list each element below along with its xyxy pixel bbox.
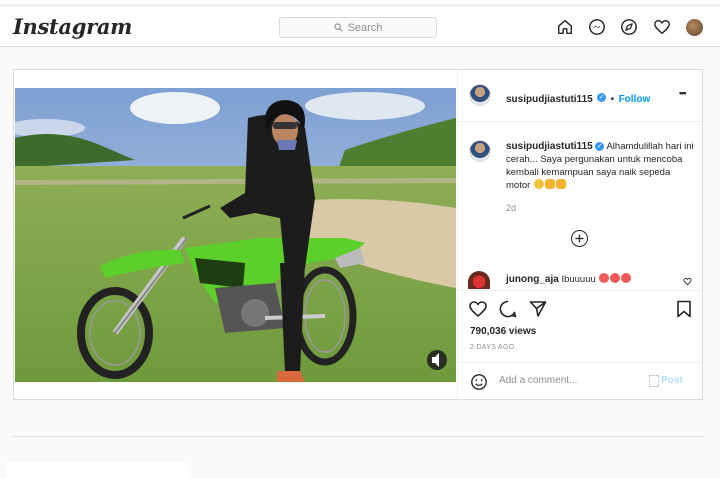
- verified-badge-icon: ✓: [595, 141, 605, 151]
- caption-author-avatar[interactable]: [469, 140, 491, 162]
- view-count[interactable]: 790,036 views: [470, 326, 536, 337]
- search-icon: [333, 23, 343, 32]
- add-comment-input[interactable]: Add a comment...: [499, 375, 577, 386]
- heart-eyes-emoji-icon: [610, 273, 621, 283]
- thumbs-up-emoji-icon: [555, 179, 566, 189]
- home-icon[interactable]: [555, 17, 575, 37]
- verified-badge-icon: ✓: [597, 93, 607, 103]
- explore-icon[interactable]: [619, 17, 639, 37]
- load-more-comments-icon[interactable]: [571, 230, 588, 247]
- smile-emoji-icon: [533, 179, 544, 189]
- heart-eyes-emoji-icon: [621, 273, 632, 283]
- caption-block: susipudjiastuti115 ✓ Alhamdulillah hari …: [506, 140, 696, 192]
- heart-icon[interactable]: [652, 17, 672, 37]
- comment-content: junong_aja Ibuuuuu: [506, 273, 632, 285]
- messenger-icon[interactable]: [587, 17, 607, 37]
- motorbike-photo-illustration: [15, 88, 456, 382]
- cursor-placeholder-icon: [649, 375, 659, 387]
- browser-top-strip: [0, 0, 720, 6]
- profile-avatar[interactable]: [684, 17, 704, 37]
- search-placeholder: Search: [347, 21, 383, 34]
- separator-dot: •: [610, 94, 615, 105]
- caption-timestamp[interactable]: 2d: [506, 203, 516, 213]
- like-icon[interactable]: [468, 299, 488, 319]
- comment-icon[interactable]: [498, 299, 518, 319]
- post-date[interactable]: 2 DAYS AGO: [470, 344, 515, 351]
- comment-row: junong_aja Ibuuuuu: [468, 271, 698, 289]
- post-sidebar: susipudjiastuti115 ✓ • Follow ••• susipu…: [457, 70, 704, 400]
- commenter-avatar[interactable]: [468, 271, 490, 289]
- more-options-icon[interactable]: •••: [679, 88, 687, 98]
- caption-username[interactable]: susipudjiastuti115: [506, 141, 593, 152]
- instagram-logo[interactable]: Instagram: [13, 14, 132, 39]
- author-avatar[interactable]: [469, 84, 491, 106]
- post-card: susipudjiastuti115 ✓ • Follow ••• susipu…: [13, 69, 704, 400]
- comment-like-icon[interactable]: [683, 277, 692, 286]
- add-comment-bar: Add a comment... Post: [458, 362, 704, 400]
- save-bookmark-icon[interactable]: [674, 299, 694, 319]
- post-header: susipudjiastuti115 ✓ • Follow •••: [458, 70, 704, 122]
- bottom-partial-element: [6, 462, 188, 478]
- emoji-picker-icon[interactable]: [470, 373, 488, 391]
- post-comment-button[interactable]: Post: [661, 375, 683, 386]
- search-input[interactable]: Search: [279, 17, 437, 38]
- post-actions: 790,036 views 2 DAYS AGO: [458, 290, 704, 358]
- page-divider: [13, 436, 703, 437]
- heart-eyes-emoji-icon: [599, 273, 610, 283]
- thumbs-up-emoji-icon: [544, 179, 555, 189]
- post-author-line: susipudjiastuti115 ✓ • Follow: [506, 89, 650, 107]
- comment-text: Ibuuuuu: [561, 274, 596, 285]
- top-navigation-bar: Instagram Search: [0, 7, 720, 47]
- follow-button[interactable]: Follow: [619, 94, 651, 105]
- post-username[interactable]: susipudjiastuti115: [506, 94, 593, 105]
- share-icon[interactable]: [528, 299, 548, 319]
- post-photo[interactable]: [15, 88, 456, 382]
- comment-username[interactable]: junong_aja: [506, 274, 559, 285]
